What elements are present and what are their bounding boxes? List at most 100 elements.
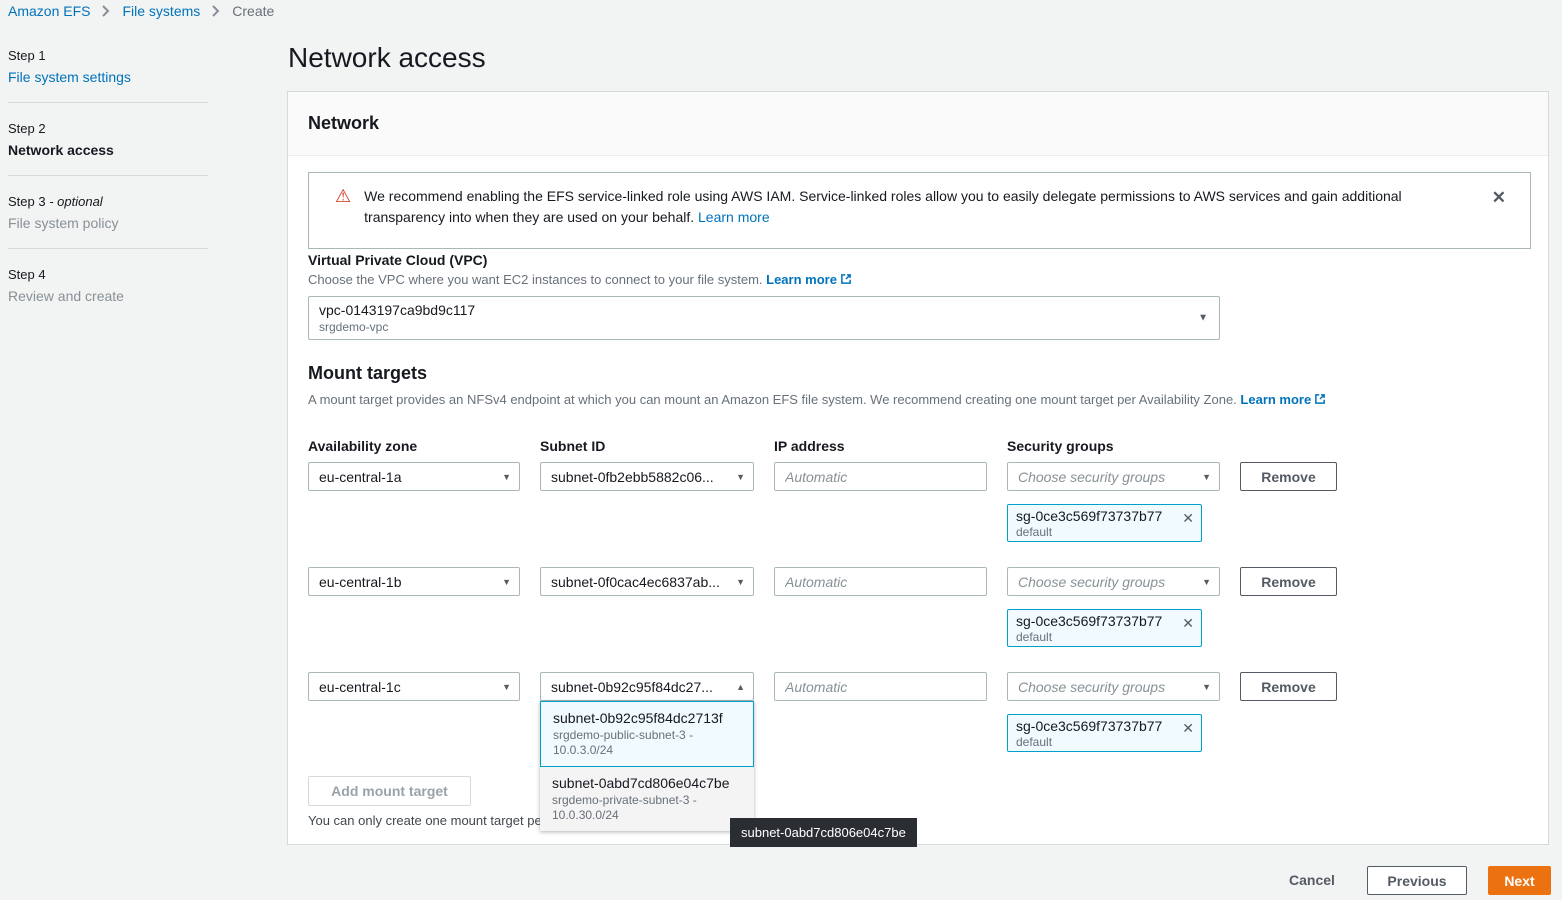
sidebar-item-file-system-policy: File system policy	[8, 215, 208, 231]
subnet-option-2[interactable]: subnet-0abd7cd806e04c7be srgdemo-private…	[540, 767, 754, 831]
chevron-down-icon: ▼	[1202, 577, 1211, 587]
ip-address-input-row-1[interactable]	[774, 462, 987, 491]
security-groups-select-row-1[interactable]: Choose security groups ▼	[1007, 462, 1220, 491]
service-linked-role-banner: ⚠ We recommend enabling the EFS service-…	[308, 172, 1531, 249]
sidebar-item-file-system-settings[interactable]: File system settings	[8, 69, 208, 85]
az-select-row-1-value: eu-central-1a	[319, 469, 402, 485]
ip-address-input-row-2[interactable]	[774, 567, 987, 596]
external-link-icon	[840, 273, 852, 288]
vpc-select[interactable]: vpc-0143197ca9bd9c117 srgdemo-vpc ▼	[308, 296, 1220, 340]
breadcrumb-file-systems[interactable]: File systems	[122, 3, 200, 19]
breadcrumb-create: Create	[232, 3, 274, 19]
subnet-option-id: subnet-0abd7cd806e04c7be	[552, 774, 742, 793]
security-group-name: default	[1016, 735, 1193, 749]
banner-learn-more-link[interactable]: Learn more	[698, 209, 770, 225]
step-4-number: Step 4	[8, 267, 208, 282]
remove-button-row-1[interactable]: Remove	[1240, 462, 1337, 491]
efs-create-wizard-page: Amazon EFS File systems Create Step 1 Fi…	[0, 0, 1562, 900]
network-panel-header: Network	[288, 92, 1548, 156]
divider	[8, 102, 208, 103]
security-group-chip-row-2: sg-0ce3c569f73737b77 default ✕	[1007, 609, 1202, 647]
remove-button-row-3[interactable]: Remove	[1240, 672, 1337, 701]
wizard-steps-sidebar: Step 1 File system settings Step 2 Netwo…	[8, 48, 208, 304]
security-groups-select-row-2[interactable]: Choose security groups ▼	[1007, 567, 1220, 596]
close-icon[interactable]: ✕	[1492, 189, 1506, 206]
vpc-selected-sub: srgdemo-vpc	[319, 320, 1189, 335]
step-4: Step 4 Review and create	[8, 267, 208, 304]
chevron-down-icon: ▼	[502, 472, 511, 482]
az-select-row-2[interactable]: eu-central-1b ▼	[308, 567, 520, 596]
security-group-id: sg-0ce3c569f73737b77	[1016, 612, 1193, 630]
mount-targets-title: Mount targets	[308, 363, 427, 384]
sidebar-item-review-and-create: Review and create	[8, 288, 208, 304]
step-1: Step 1 File system settings	[8, 48, 208, 85]
close-icon[interactable]: ✕	[1182, 720, 1194, 737]
chevron-right-icon	[212, 5, 220, 17]
subnet-option-id: subnet-0b92c95f84dc2713f	[553, 709, 741, 728]
chevron-up-icon: ▲	[736, 682, 745, 692]
chevron-down-icon: ▼	[1198, 313, 1208, 324]
column-header-ip-address: IP address	[774, 438, 845, 454]
security-group-chip-row-3: sg-0ce3c569f73737b77 default ✕	[1007, 714, 1202, 752]
column-header-availability-zone: Availability zone	[308, 438, 417, 454]
chevron-down-icon: ▼	[502, 577, 511, 587]
security-group-chip-row-1: sg-0ce3c569f73737b77 default ✕	[1007, 504, 1202, 542]
warning-icon: ⚠	[335, 186, 351, 228]
step-3: Step 3 - optional File system policy	[8, 194, 208, 231]
security-groups-placeholder: Choose security groups	[1018, 679, 1165, 695]
external-link-icon	[1314, 393, 1326, 408]
subnet-select-row-2-value: subnet-0f0cac4ec6837ab...	[551, 574, 720, 590]
breadcrumb-amazon-efs[interactable]: Amazon EFS	[8, 3, 90, 19]
security-group-id: sg-0ce3c569f73737b77	[1016, 507, 1193, 525]
add-mount-target-button[interactable]: Add mount target	[308, 776, 471, 806]
chevron-down-icon: ▼	[1202, 682, 1211, 692]
az-select-row-3-value: eu-central-1c	[319, 679, 401, 695]
security-group-name: default	[1016, 525, 1193, 539]
chevron-down-icon: ▼	[736, 472, 745, 482]
chevron-down-icon: ▼	[1202, 472, 1211, 482]
page-title: Network access	[288, 42, 486, 74]
security-groups-select-row-3[interactable]: Choose security groups ▼	[1007, 672, 1220, 701]
close-icon[interactable]: ✕	[1182, 615, 1194, 632]
subnet-option-1[interactable]: subnet-0b92c95f84dc2713f srgdemo-public-…	[540, 701, 754, 767]
banner-text: We recommend enabling the EFS service-li…	[364, 186, 1424, 228]
az-select-row-2-value: eu-central-1b	[319, 574, 402, 590]
chevron-down-icon: ▼	[736, 577, 745, 587]
security-groups-placeholder: Choose security groups	[1018, 469, 1165, 485]
breadcrumb: Amazon EFS File systems Create	[8, 3, 274, 19]
mount-targets-learn-more-link[interactable]: Learn more	[1240, 392, 1311, 407]
previous-button[interactable]: Previous	[1367, 866, 1467, 895]
remove-button-row-2[interactable]: Remove	[1240, 567, 1337, 596]
subnet-tooltip: subnet-0abd7cd806e04c7be	[730, 818, 917, 847]
subnet-dropdown-list: subnet-0b92c95f84dc2713f srgdemo-public-…	[540, 701, 754, 831]
vpc-learn-more-link[interactable]: Learn more	[766, 272, 837, 287]
subnet-option-sub: srgdemo-public-subnet-3 - 10.0.3.0/24	[553, 728, 741, 758]
chevron-right-icon	[102, 5, 110, 17]
subnet-option-sub: srgdemo-private-subnet-3 - 10.0.30.0/24	[552, 793, 742, 823]
network-panel: Network ⚠ We recommend enabling the EFS …	[287, 91, 1549, 845]
step-2-number: Step 2	[8, 121, 208, 136]
az-select-row-1[interactable]: eu-central-1a ▼	[308, 462, 520, 491]
subnet-select-row-3-value: subnet-0b92c95f84dc27...	[551, 679, 713, 695]
step-2: Step 2 Network access	[8, 121, 208, 158]
divider	[8, 175, 208, 176]
subnet-select-row-1[interactable]: subnet-0fb2ebb5882c06... ▼	[540, 462, 754, 491]
subnet-select-row-3[interactable]: subnet-0b92c95f84dc27... ▲	[540, 672, 754, 701]
network-panel-title: Network	[308, 113, 379, 134]
security-group-name: default	[1016, 630, 1193, 644]
step-3-number: Step 3 - optional	[8, 194, 208, 209]
sidebar-item-network-access: Network access	[8, 142, 208, 158]
vpc-description: Choose the VPC where you want EC2 instan…	[308, 272, 852, 288]
ip-address-input-row-3[interactable]	[774, 672, 987, 701]
az-select-row-3[interactable]: eu-central-1c ▼	[308, 672, 520, 701]
vpc-selected-value: vpc-0143197ca9bd9c117	[319, 301, 1189, 320]
next-button[interactable]: Next	[1488, 866, 1551, 895]
column-header-security-groups: Security groups	[1007, 438, 1114, 454]
column-header-subnet-id: Subnet ID	[540, 438, 605, 454]
subnet-select-row-2[interactable]: subnet-0f0cac4ec6837ab... ▼	[540, 567, 754, 596]
close-icon[interactable]: ✕	[1182, 510, 1194, 527]
cancel-button[interactable]: Cancel	[1289, 872, 1335, 888]
security-groups-placeholder: Choose security groups	[1018, 574, 1165, 590]
mount-targets-description: A mount target provides an NFSv4 endpoin…	[308, 392, 1326, 408]
step-1-number: Step 1	[8, 48, 208, 63]
